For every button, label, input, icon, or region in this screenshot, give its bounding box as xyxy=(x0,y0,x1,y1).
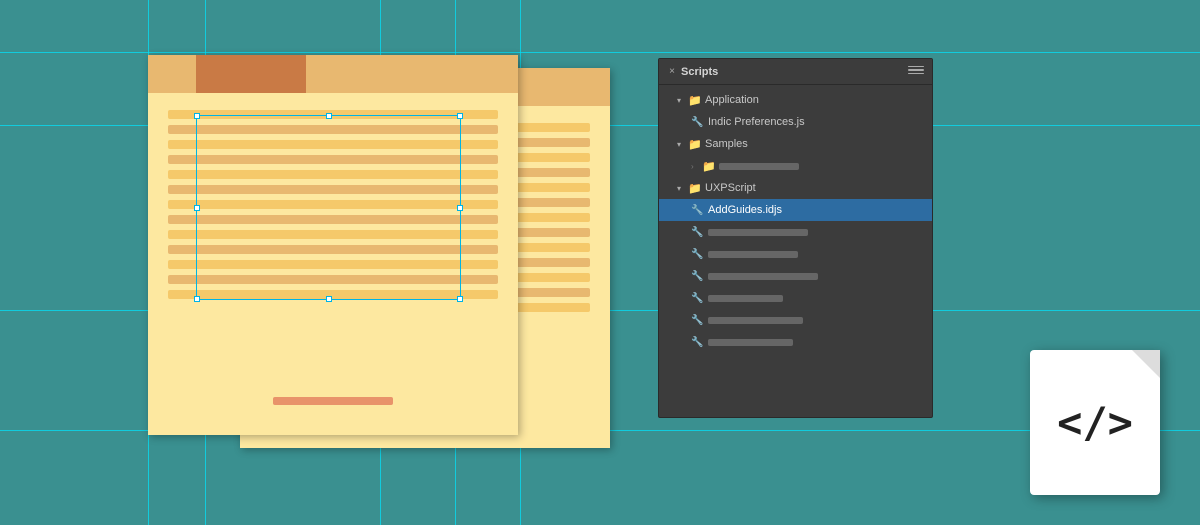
script-icon-3: 🔧 xyxy=(691,271,705,282)
panel-title: Scripts xyxy=(681,66,718,78)
handle-tr[interactable] xyxy=(457,113,463,119)
script-icon-6: 🔧 xyxy=(691,337,705,348)
tree-item-indic-prefs[interactable]: 🔧 Indic Preferences.js xyxy=(659,111,932,133)
chevron-uxpscript: ▾ xyxy=(677,184,685,193)
label-addguides: AddGuides.idjs xyxy=(708,204,782,216)
code-icon-text: </> xyxy=(1057,398,1133,447)
label-script-5 xyxy=(708,317,803,324)
tree-item-uxpscript[interactable]: ▾ 📁 UXPScript xyxy=(659,177,932,199)
tree-item-samples[interactable]: ▾ 📁 Samples xyxy=(659,133,932,155)
label-application: Application xyxy=(705,94,759,106)
folder-icon-samples-sub: 📁 xyxy=(702,160,716,173)
panel-title-bar: × Scripts xyxy=(659,59,932,85)
selection-box xyxy=(196,115,461,300)
handle-mr[interactable] xyxy=(457,205,463,211)
page-header-front xyxy=(148,55,518,93)
folder-icon-samples: 📁 xyxy=(688,138,702,151)
panel-title-left: × Scripts xyxy=(667,66,718,78)
label-script-4 xyxy=(708,295,783,302)
script-icon-5: 🔧 xyxy=(691,315,705,326)
menu-line-3 xyxy=(908,73,924,75)
scripts-tree: ▾ 📁 Application 🔧 Indic Preferences.js ▾… xyxy=(659,85,932,417)
handle-bc[interactable] xyxy=(326,296,332,302)
tree-item-addguides[interactable]: 🔧 AddGuides.idjs xyxy=(659,199,932,221)
script-icon-4: 🔧 xyxy=(691,293,705,304)
handle-tc[interactable] xyxy=(326,113,332,119)
tree-item-script-3[interactable]: 🔧 xyxy=(659,265,932,287)
tree-item-script-5[interactable]: 🔧 xyxy=(659,309,932,331)
label-samples: Samples xyxy=(705,138,748,150)
tree-item-script-2[interactable]: 🔧 xyxy=(659,243,932,265)
tree-item-samples-sub[interactable]: › 📁 xyxy=(659,155,932,177)
panel-close-button[interactable]: × xyxy=(667,67,677,77)
handle-ml[interactable] xyxy=(194,205,200,211)
script-icon-indic: 🔧 xyxy=(691,117,705,128)
tree-item-script-6[interactable]: 🔧 xyxy=(659,331,932,353)
label-indic-prefs: Indic Preferences.js xyxy=(708,116,805,128)
page-header-accent xyxy=(196,55,306,93)
handle-bl[interactable] xyxy=(194,296,200,302)
script-icon-addguides: 🔧 xyxy=(691,205,705,216)
script-icon-2: 🔧 xyxy=(691,249,705,260)
panel-menu-button[interactable] xyxy=(908,66,924,78)
folder-icon-application: 📁 xyxy=(688,94,702,107)
document-page-front xyxy=(148,55,518,435)
tree-item-script-1[interactable]: 🔧 xyxy=(659,221,932,243)
label-script-1 xyxy=(708,229,808,236)
label-uxpscript: UXPScript xyxy=(705,182,756,194)
handle-tl[interactable] xyxy=(194,113,200,119)
label-script-2 xyxy=(708,251,798,258)
chevron-samples-sub: › xyxy=(691,162,699,171)
footer-stripe-front xyxy=(273,397,393,405)
tree-item-script-4[interactable]: 🔧 xyxy=(659,287,932,309)
folder-icon-uxpscript: 📁 xyxy=(688,182,702,195)
label-script-6 xyxy=(708,339,793,346)
label-samples-sub xyxy=(719,163,799,170)
code-file-icon: </> xyxy=(1030,350,1160,495)
tree-item-application[interactable]: ▾ 📁 Application xyxy=(659,89,932,111)
chevron-application: ▾ xyxy=(677,96,685,105)
script-icon-1: 🔧 xyxy=(691,227,705,238)
menu-line-1 xyxy=(908,66,924,68)
label-script-3 xyxy=(708,273,818,280)
scripts-panel: × Scripts ▾ 📁 Application 🔧 Indic Prefer… xyxy=(658,58,933,418)
chevron-samples: ▾ xyxy=(677,140,685,149)
handle-br[interactable] xyxy=(457,296,463,302)
guide-h-1 xyxy=(0,52,1200,53)
menu-line-2 xyxy=(908,69,924,71)
